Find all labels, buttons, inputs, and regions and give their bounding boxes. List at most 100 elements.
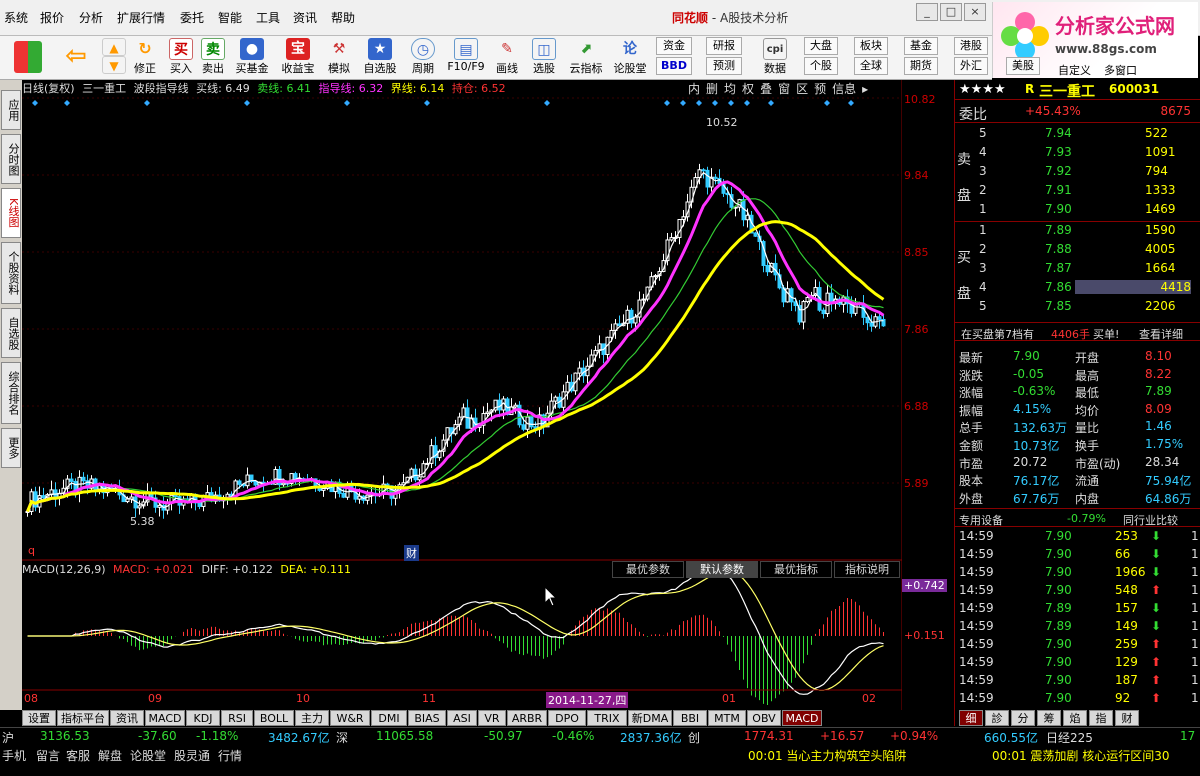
status-analysis[interactable]: 解盘 <box>98 747 122 764</box>
buy-button[interactable]: 买 买入 <box>166 38 196 78</box>
watchlist-button[interactable]: ★ 自选股 <box>360 38 400 78</box>
menu-extended[interactable]: 扩展行情 <box>117 9 165 26</box>
buy-fund-button[interactable]: ● 买基金 <box>232 38 272 78</box>
menu-quote[interactable]: 报价 <box>40 9 64 26</box>
windows-grid-button[interactable] <box>10 38 46 78</box>
forum-button[interactable]: 论 论股堂 <box>610 38 650 78</box>
status-mobile[interactable]: 手机 <box>2 747 26 764</box>
tab-app[interactable]: 应用 <box>1 90 21 130</box>
income-button[interactable]: 宝 收益宝 <box>278 38 318 78</box>
forecast-button[interactable]: 预测 <box>706 57 742 75</box>
tab-watchlist[interactable]: 自选股 <box>1 308 21 358</box>
revise-button[interactable]: ↻ 修正 <box>130 38 160 78</box>
stock-select-button[interactable]: ◫ 选股 <box>526 38 562 78</box>
menu-analysis[interactable]: 分析 <box>79 9 103 26</box>
us-stock-button[interactable]: 美股 <box>1006 57 1040 75</box>
indicator-tab[interactable]: MACD <box>782 710 822 726</box>
custom-button[interactable]: 自定义 <box>1058 62 1091 78</box>
quote-tab[interactable]: 焰 <box>1063 710 1087 726</box>
tab-intraday[interactable]: 分时图 <box>1 134 21 184</box>
fund-button[interactable]: 基金 <box>904 37 938 55</box>
indicator-tab[interactable]: 新DMA <box>628 710 672 726</box>
quote-tab[interactable]: 指 <box>1089 710 1113 726</box>
indicator-tab[interactable]: 资讯 <box>110 710 144 726</box>
best-indicator-button[interactable]: 最优指标 <box>760 561 832 578</box>
multi-window-button[interactable]: 多窗口 <box>1104 62 1137 78</box>
tab-stock-info[interactable]: 个股资料 <box>1 242 21 304</box>
simulate-button[interactable]: ⚒ 模拟 <box>324 38 354 78</box>
indicator-tab[interactable]: MACD <box>145 710 185 726</box>
default-params-button[interactable]: 默认参数 <box>686 561 758 578</box>
global-button[interactable]: 全球 <box>854 57 888 75</box>
view-detail-link[interactable]: 查看详细 <box>1139 326 1183 342</box>
data-button[interactable]: cpi 数据 <box>758 38 792 78</box>
chart-tool-average[interactable]: 均 <box>724 82 736 96</box>
indicator-tab[interactable]: TRIX <box>587 710 627 726</box>
indicator-tab[interactable]: VR <box>478 710 506 726</box>
menu-smart[interactable]: 智能 <box>218 9 242 26</box>
chart-tool-more-icon[interactable]: ▸ <box>862 82 868 96</box>
indicator-tab[interactable]: ARBR <box>507 710 547 726</box>
quote-tab[interactable]: 财 <box>1115 710 1139 726</box>
tab-kline[interactable]: K线图 <box>1 188 21 238</box>
indicator-tab[interactable]: BIAS <box>408 710 446 726</box>
f10-button[interactable]: ▤ F10/F9 <box>446 38 486 78</box>
chart-tool-info[interactable]: 信息 <box>832 82 856 96</box>
kline-chart[interactable] <box>22 80 902 710</box>
forex-button[interactable]: 外汇 <box>954 57 988 75</box>
draw-line-button[interactable]: ✎ 画线 <box>492 38 522 78</box>
indicator-tab[interactable]: DMI <box>371 710 407 726</box>
indicator-tab[interactable]: OBV <box>747 710 781 726</box>
indicator-tab[interactable]: W&R <box>330 710 370 726</box>
indicator-tab[interactable]: BBI <box>673 710 707 726</box>
menu-help[interactable]: 帮助 <box>331 9 355 26</box>
sell-button[interactable]: 卖 卖出 <box>198 38 228 78</box>
back-button[interactable]: ⇦ <box>56 38 96 78</box>
menu-info[interactable]: 资讯 <box>293 9 317 26</box>
indicator-tab[interactable]: 指标平台 <box>57 710 109 726</box>
period-label[interactable]: 日线(复权) <box>22 82 75 95</box>
quote-tab[interactable]: 診 <box>985 710 1009 726</box>
indicator-tab[interactable]: DPO <box>548 710 586 726</box>
sector-button[interactable]: 板块 <box>854 37 888 55</box>
indicator-help-button[interactable]: 指标说明 <box>834 561 900 578</box>
indicator-tab[interactable]: BOLL <box>254 710 294 726</box>
chart-tool-overlay[interactable]: 叠 <box>760 82 772 96</box>
minimize-button[interactable]: _ <box>916 3 938 21</box>
indicator-tab[interactable]: RSI <box>221 710 253 726</box>
status-service[interactable]: 客服 <box>66 747 90 764</box>
status-market[interactable]: 行情 <box>218 747 242 764</box>
period-button[interactable]: ◷ 周期 <box>406 38 440 78</box>
chart-tool-range[interactable]: 区 <box>796 82 808 96</box>
quote-tab[interactable]: 筹 <box>1037 710 1061 726</box>
chart-tool-delete[interactable]: 删 <box>706 82 718 96</box>
menu-trade[interactable]: 委托 <box>180 9 204 26</box>
news-ticker-2[interactable]: 00:01 震荡加剧 核心运行区间30 <box>992 747 1198 764</box>
chart-tool-inner[interactable]: 内 <box>688 82 700 96</box>
maximize-button[interactable]: □ <box>940 3 962 21</box>
stock-button[interactable]: 个股 <box>804 57 838 75</box>
indicator-tab[interactable]: MTM <box>708 710 746 726</box>
status-forum[interactable]: 论股堂 <box>130 747 166 764</box>
tab-more[interactable]: 更多 <box>1 428 21 468</box>
menu-tools[interactable]: 工具 <box>256 9 280 26</box>
news-ticker-1[interactable]: 00:01 当心主力构筑空头陷阱 <box>748 747 906 764</box>
hk-button[interactable]: 港股 <box>954 37 988 55</box>
indicator-tab[interactable]: 主力 <box>295 710 329 726</box>
indicator-tab[interactable]: ASI <box>447 710 477 726</box>
indicator-tab[interactable]: 设置 <box>22 710 56 726</box>
chart-tool-window[interactable]: 窗 <box>778 82 790 96</box>
market-button[interactable]: 大盘 <box>804 37 838 55</box>
indicator-tab[interactable]: KDJ <box>186 710 220 726</box>
status-gulingtong[interactable]: 股灵通 <box>174 747 210 764</box>
industry-compare-link[interactable]: 同行业比较 <box>1123 512 1178 528</box>
futures-button[interactable]: 期货 <box>904 57 938 75</box>
funds-button[interactable]: 资金 <box>656 37 692 55</box>
chart-tool-forecast[interactable]: 预 <box>814 82 826 96</box>
status-message[interactable]: 留言 <box>36 747 60 764</box>
best-params-button[interactable]: 最优参数 <box>612 561 684 578</box>
quote-tab[interactable]: 分 <box>1011 710 1035 726</box>
chart-tool-rights[interactable]: 权 <box>742 82 754 96</box>
cloud-indicator-button[interactable]: ⬈ 云指标 <box>566 38 606 78</box>
quote-tab[interactable]: 细 <box>959 710 983 726</box>
